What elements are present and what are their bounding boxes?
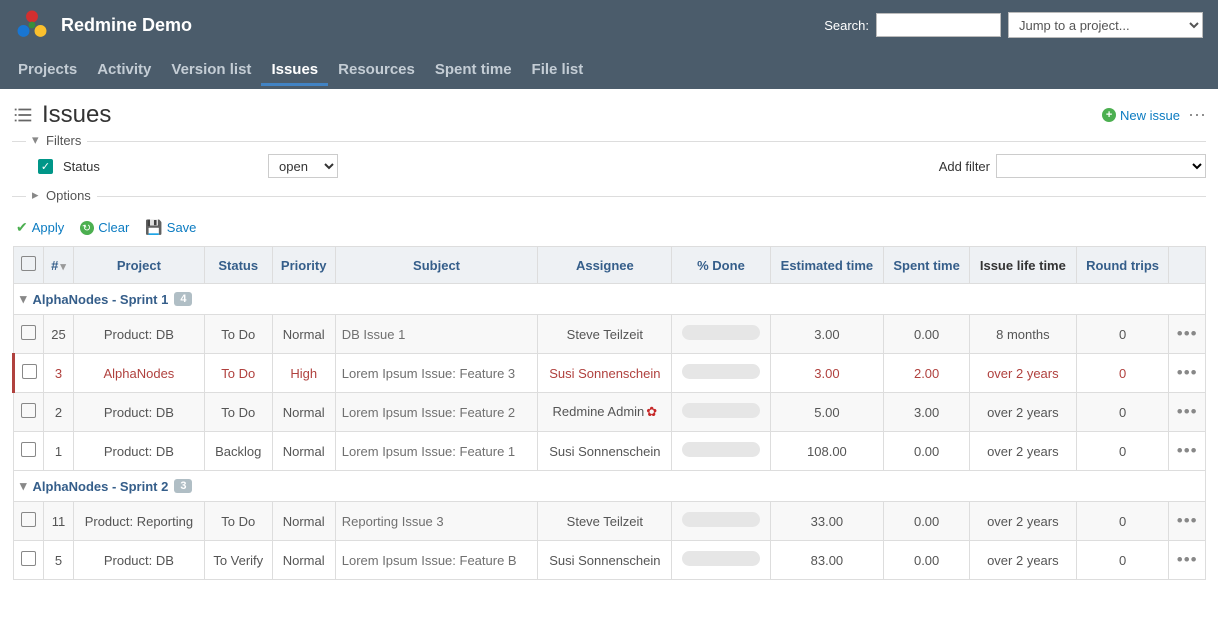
col-estimated-time[interactable]: Estimated time: [770, 247, 884, 284]
chevron-down-icon: ▾: [60, 261, 66, 273]
chevron-down-icon: ▾: [20, 478, 27, 494]
save-link[interactable]: 💾Save: [145, 219, 196, 236]
table-row[interactable]: 5Product: DBTo VerifyNormalLorem Ipsum I…: [14, 541, 1206, 580]
progress-bar: [682, 403, 760, 418]
table-row[interactable]: 3AlphaNodesTo DoHighLorem Ipsum Issue: F…: [14, 354, 1206, 393]
clear-link[interactable]: ↻Clear: [80, 220, 129, 235]
group-count-badge: 3: [174, 479, 192, 493]
col-assignee[interactable]: Assignee: [538, 247, 672, 284]
new-issue-link[interactable]: + New issue: [1102, 108, 1180, 123]
table-row[interactable]: 25Product: DBTo DoNormalDB Issue 1Steve …: [14, 315, 1206, 354]
group-toggle[interactable]: ▾ AlphaNodes - Sprint 1 4: [20, 291, 192, 307]
chevron-right-icon: ▸: [32, 187, 42, 203]
issue-subject-link[interactable]: Lorem Ipsum Issue: Feature 1: [342, 444, 515, 459]
issues-list-icon: [12, 104, 34, 126]
row-more-icon[interactable]: •••: [1177, 363, 1198, 382]
page-more-icon[interactable]: ⋯: [1188, 105, 1206, 126]
nav-file-list[interactable]: File list: [522, 53, 594, 86]
top-bar: Redmine Demo Search: Jump to a project..…: [0, 0, 1218, 50]
app-logo-icon: [15, 8, 49, 42]
col-project[interactable]: Project: [73, 247, 204, 284]
col-priority[interactable]: Priority: [272, 247, 335, 284]
col-round-trips[interactable]: Round trips: [1076, 247, 1169, 284]
row-more-icon[interactable]: •••: [1177, 402, 1198, 421]
table-row[interactable]: 1Product: DBBacklogNormalLorem Ipsum Iss…: [14, 432, 1206, 471]
issue-subject-link[interactable]: DB Issue 1: [342, 327, 406, 342]
col--[interactable]: #▾: [44, 247, 74, 284]
progress-bar: [682, 512, 760, 527]
options-legend[interactable]: ▸ Options: [26, 187, 97, 203]
row-more-icon[interactable]: •••: [1177, 511, 1198, 530]
main-nav: ProjectsActivityVersion listIssuesResour…: [0, 50, 1218, 89]
add-icon: +: [1102, 108, 1116, 122]
row-more-icon[interactable]: •••: [1177, 324, 1198, 343]
add-filter-select[interactable]: [996, 154, 1206, 178]
row-checkbox[interactable]: [21, 403, 36, 418]
issue-subject-link[interactable]: Lorem Ipsum Issue: Feature 2: [342, 405, 515, 420]
table-row[interactable]: 11Product: ReportingTo DoNormalReporting…: [14, 502, 1206, 541]
progress-bar: [682, 551, 760, 566]
row-checkbox[interactable]: [21, 551, 36, 566]
row-checkbox[interactable]: [21, 442, 36, 457]
col-blank: [1169, 247, 1206, 284]
row-checkbox[interactable]: [22, 364, 37, 379]
row-checkbox[interactable]: [21, 512, 36, 527]
row-more-icon[interactable]: •••: [1177, 441, 1198, 460]
col-status[interactable]: Status: [204, 247, 272, 284]
search-input[interactable]: [876, 13, 1001, 37]
nav-version-list[interactable]: Version list: [161, 53, 261, 86]
table-row[interactable]: 2Product: DBTo DoNormalLorem Ipsum Issue…: [14, 393, 1206, 432]
search-label: Search:: [824, 18, 869, 33]
nav-spent-time[interactable]: Spent time: [425, 53, 522, 86]
chevron-down-icon: ▾: [20, 291, 27, 307]
col-subject[interactable]: Subject: [335, 247, 538, 284]
select-all-checkbox[interactable]: [21, 256, 36, 271]
nav-issues[interactable]: Issues: [261, 53, 328, 86]
add-filter-label: Add filter: [939, 159, 990, 174]
jump-to-project-select[interactable]: Jump to a project...: [1008, 12, 1203, 38]
group-count-badge: 4: [174, 292, 192, 306]
progress-bar: [682, 325, 760, 340]
col-issue-life-time[interactable]: Issue life time: [969, 247, 1076, 284]
issue-subject-link[interactable]: Lorem Ipsum Issue: Feature B: [342, 553, 517, 568]
progress-bar: [682, 442, 760, 457]
col-blank: [14, 247, 44, 284]
issue-subject-link[interactable]: Reporting Issue 3: [342, 514, 444, 529]
col--done[interactable]: % Done: [672, 247, 770, 284]
page-title: Issues: [42, 101, 111, 129]
apply-link[interactable]: ✔Apply: [16, 219, 64, 236]
progress-bar: [682, 364, 760, 379]
app-title: Redmine Demo: [61, 15, 192, 36]
nav-projects[interactable]: Projects: [8, 53, 87, 86]
nav-resources[interactable]: Resources: [328, 53, 425, 86]
issues-table: #▾ProjectStatusPrioritySubjectAssignee% …: [12, 246, 1206, 580]
status-filter-select[interactable]: open: [268, 154, 338, 178]
nav-activity[interactable]: Activity: [87, 53, 161, 86]
col-spent-time[interactable]: Spent time: [884, 247, 970, 284]
issue-subject-link[interactable]: Lorem Ipsum Issue: Feature 3: [342, 366, 515, 381]
group-toggle[interactable]: ▾ AlphaNodes - Sprint 2 3: [20, 478, 192, 494]
save-icon: 💾: [145, 219, 162, 236]
refresh-icon: ↻: [78, 219, 96, 237]
status-filter-label: Status: [63, 159, 100, 174]
new-issue-label: New issue: [1120, 108, 1180, 123]
row-more-icon[interactable]: •••: [1177, 550, 1198, 569]
check-icon: ✔: [16, 219, 28, 236]
row-checkbox[interactable]: [21, 325, 36, 340]
status-filter-checkbox[interactable]: ✓: [38, 159, 53, 174]
admin-badge-icon: ✿: [646, 404, 657, 419]
